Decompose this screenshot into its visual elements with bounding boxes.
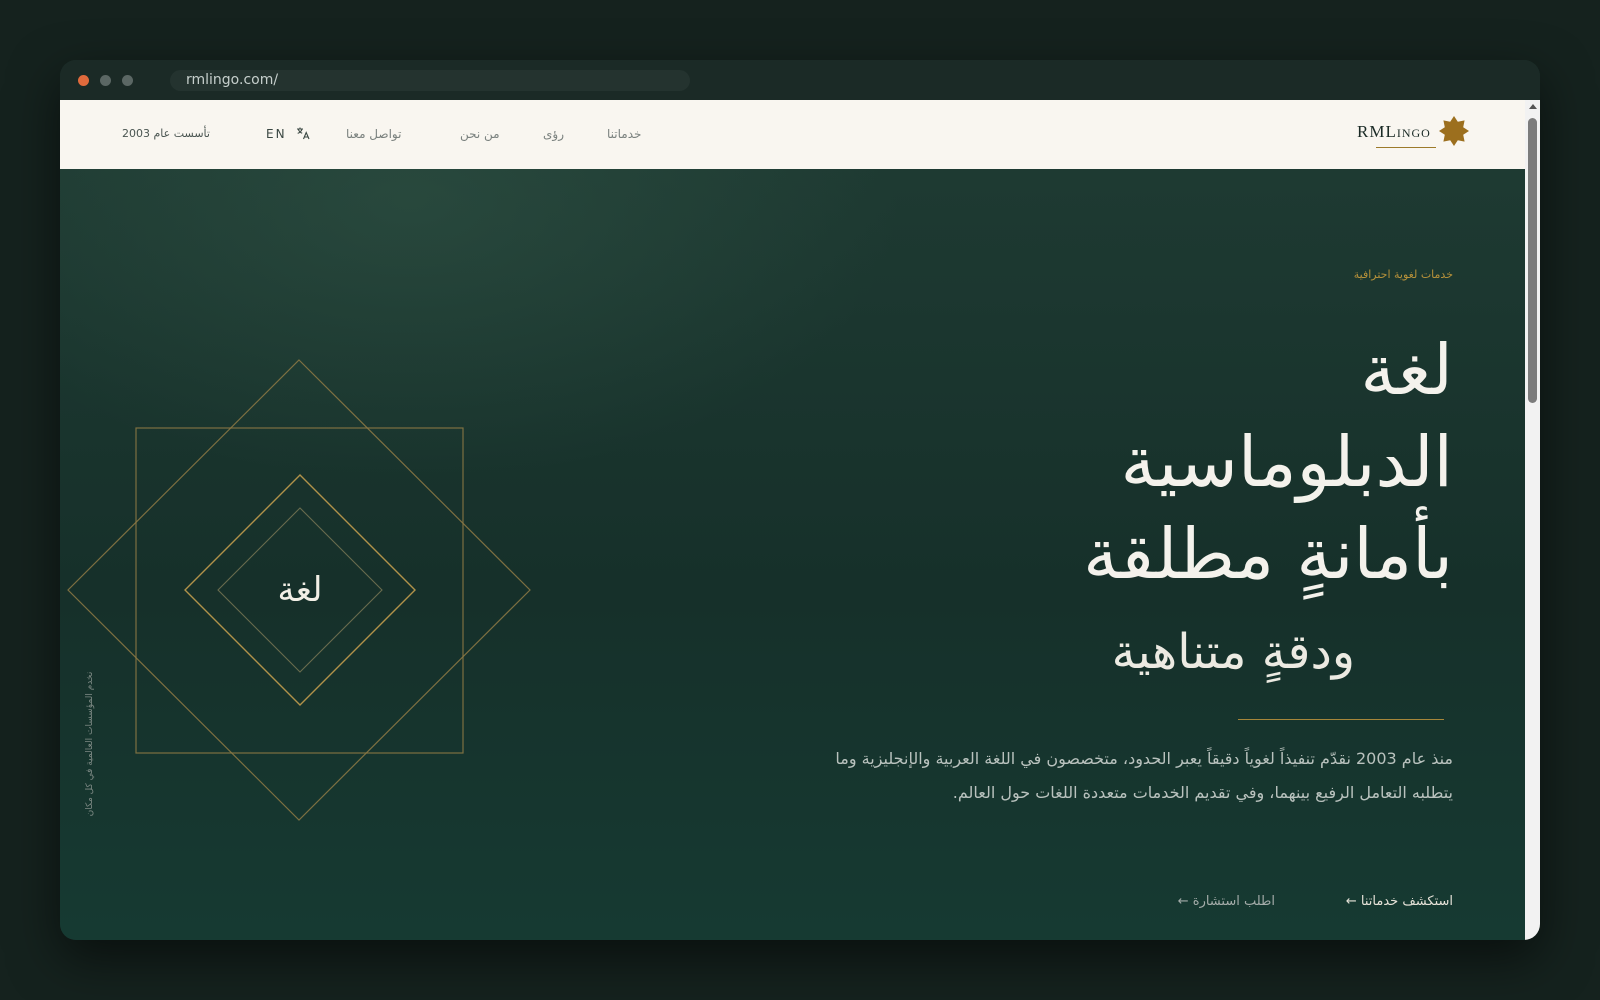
- hero-headline: لغة الدبلوماسية بأمانةٍ مطلقة: [753, 324, 1453, 600]
- nav-link-about[interactable]: من نحن: [460, 127, 500, 141]
- explore-services-link[interactable]: استكشف خدماتنا ←: [1346, 894, 1453, 909]
- logo-main: RML: [1357, 122, 1397, 141]
- page-viewport: RMLINGO خدماتنا رؤى من نحن تواصل معنا EN…: [60, 100, 1540, 940]
- browser-chrome: rmlingo.com/: [60, 60, 1540, 100]
- vertical-tagline: نخدم المؤسسات العالمية في كل مكان: [85, 671, 95, 817]
- translate-icon: [297, 127, 310, 140]
- founded-label: تأسست عام 2003: [122, 127, 210, 140]
- gold-divider: [1238, 719, 1444, 720]
- logo-underline: [1376, 147, 1436, 148]
- eight-point-star-icon[interactable]: [1438, 115, 1470, 147]
- hero-section: لغة نخدم المؤسسات العالمية في كل مكان خد…: [60, 169, 1525, 940]
- address-bar[interactable]: rmlingo.com/: [170, 70, 690, 91]
- headline-line-3: بأمانةٍ مطلقة: [1083, 513, 1453, 595]
- logo-small: INGO: [1396, 126, 1431, 140]
- language-label: EN: [266, 127, 287, 141]
- nav-link-insights[interactable]: رؤى: [543, 127, 564, 141]
- emblem-text: لغة: [278, 570, 323, 610]
- site-logo[interactable]: RMLINGO: [1357, 122, 1437, 142]
- scrollbar-thumb[interactable]: [1528, 118, 1537, 403]
- close-window-button[interactable]: [78, 75, 89, 86]
- hero-eyebrow: خدمات لغوية احترافية: [1353, 268, 1453, 281]
- headline-line-2: الدبلوماسية: [1120, 421, 1453, 503]
- site-navbar: RMLINGO خدماتنا رؤى من نحن تواصل معنا EN…: [60, 100, 1525, 169]
- language-toggle[interactable]: EN: [266, 126, 310, 141]
- hero-subline: ودقةٍ متناهية: [1111, 624, 1355, 680]
- minimize-window-button[interactable]: [100, 75, 111, 86]
- maximize-window-button[interactable]: [122, 75, 133, 86]
- request-consultation-link[interactable]: اطلب استشارة ←: [1178, 894, 1275, 909]
- browser-window: rmlingo.com/ RMLINGO خدماتنا رؤى من نحن …: [60, 60, 1540, 940]
- hero-paragraph: منذ عام 2003 نقدّم تنفيذاً لغوياً دقيقاً…: [835, 749, 1453, 802]
- scroll-up-arrow-icon[interactable]: [1529, 104, 1537, 109]
- geometric-emblem: لغة: [67, 359, 531, 821]
- nav-link-services[interactable]: خدماتنا: [607, 127, 641, 141]
- headline-line-1: لغة: [1360, 329, 1453, 411]
- nav-link-contact[interactable]: تواصل معنا: [346, 127, 401, 141]
